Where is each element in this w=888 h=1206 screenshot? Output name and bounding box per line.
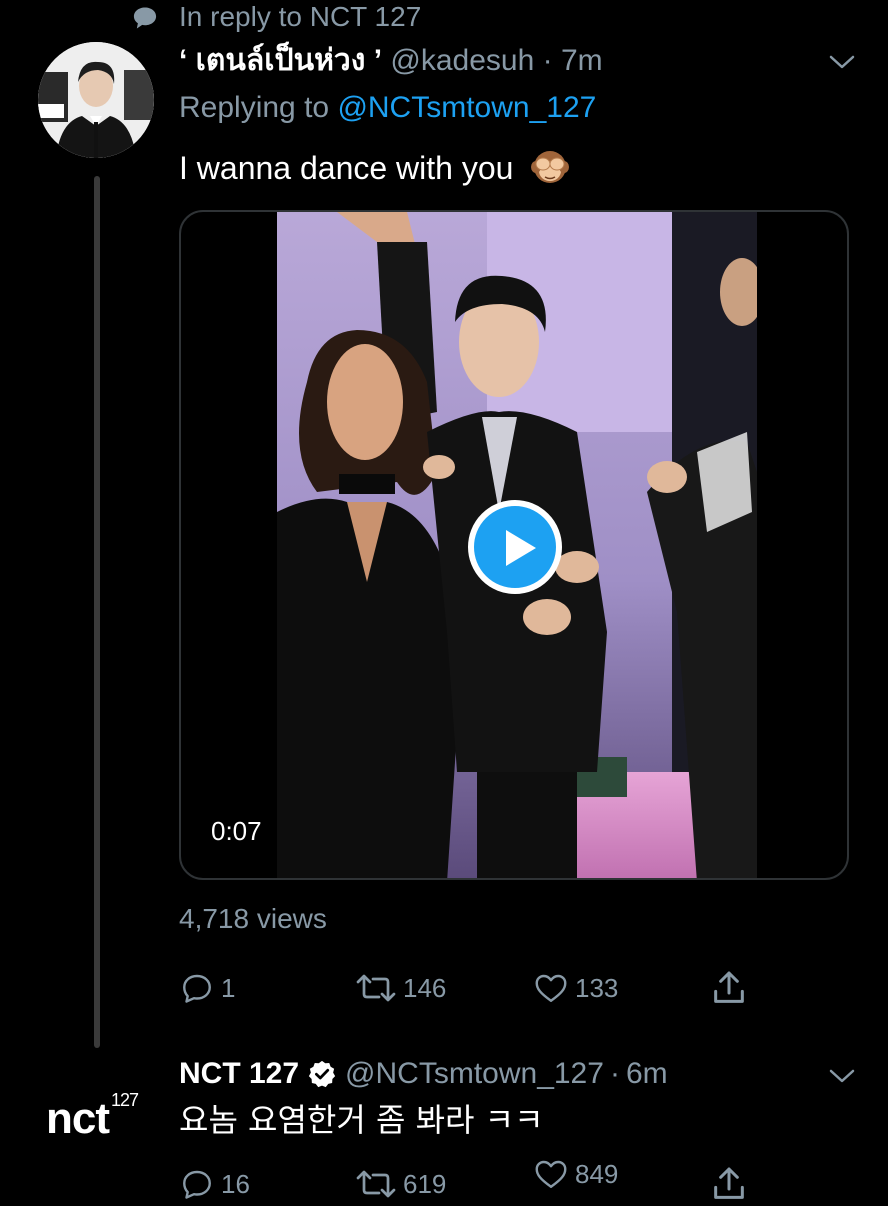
separator: · <box>609 1057 620 1090</box>
display-name[interactable]: NCT 127 <box>179 1054 299 1094</box>
share-icon <box>714 1167 744 1199</box>
tweet-actions: 1 146 133 <box>179 966 779 1010</box>
play-button[interactable] <box>468 500 562 594</box>
video-player[interactable]: 0:07 <box>179 210 849 880</box>
reply-count: 16 <box>221 1168 250 1199</box>
reply-context-text: In reply to NCT 127 <box>179 1 422 32</box>
chevron-down-icon[interactable] <box>828 52 856 72</box>
retweet-action[interactable]: 146 <box>355 966 446 1010</box>
timestamp[interactable]: 6m <box>626 1054 668 1094</box>
reply-icon <box>183 1170 211 1199</box>
reply-count: 1 <box>221 972 236 1003</box>
nct-logo-text: nct <box>46 1094 110 1143</box>
share-action[interactable] <box>709 966 755 1010</box>
view-count: 4,718 views <box>179 903 327 934</box>
play-icon <box>506 530 536 566</box>
chevron-down-icon[interactable] <box>828 1066 856 1086</box>
mention-link[interactable]: @NCTsmtown_127 <box>337 91 596 124</box>
avatar[interactable]: nct 127 <box>38 1062 154 1178</box>
tweet-text: I wanna dance with you <box>179 146 570 190</box>
nct-logo: nct 127 <box>46 1090 139 1144</box>
retweet-icon <box>356 1170 396 1198</box>
separator: · <box>542 44 553 77</box>
share-action[interactable] <box>709 1162 755 1206</box>
retweet-count: 146 <box>403 972 447 1003</box>
nct-logo-sup: 127 <box>111 1090 139 1110</box>
like-action[interactable]: 849 <box>533 1152 618 1196</box>
retweet-icon <box>356 974 396 1002</box>
retweet-count: 619 <box>403 1168 447 1199</box>
like-count: 133 <box>575 972 619 1003</box>
heart-icon <box>535 974 567 1002</box>
share-icon <box>714 971 744 1003</box>
reply-icon <box>183 974 211 1003</box>
handle[interactable]: @kadesuh <box>390 44 534 77</box>
video-duration: 0:07 <box>199 810 274 852</box>
tweet-header: NCT 127 @NCTsmtown_127 · 6m <box>179 1054 668 1094</box>
timestamp[interactable]: 7m <box>561 44 603 77</box>
handle[interactable]: @NCTsmtown_127 <box>345 1054 604 1094</box>
tweet-actions: 16 619 849 <box>179 1159 779 1206</box>
like-action[interactable]: 133 <box>533 966 618 1010</box>
display-name[interactable]: ‘ เตนล์เป็นห่วง ’ <box>179 44 382 77</box>
reply-action[interactable]: 1 <box>179 966 235 1010</box>
reply-action[interactable]: 16 <box>179 1162 250 1206</box>
replying-to-line: Replying to @NCTsmtown_127 <box>179 88 596 128</box>
thread-line <box>94 176 100 1048</box>
like-count: 849 <box>575 1158 619 1189</box>
retweet-action[interactable]: 619 <box>355 1162 446 1206</box>
replying-prefix: Replying to <box>179 91 330 124</box>
see-no-evil-monkey-icon <box>531 151 570 183</box>
avatar[interactable] <box>38 42 154 158</box>
verified-badge-icon <box>308 1060 336 1088</box>
speech-bubble-icon <box>133 7 157 29</box>
heart-icon <box>535 1160 567 1188</box>
tweet-body: I wanna dance with you <box>179 150 514 186</box>
tweet-body: 요놈 요염한거 좀 봐라 ㅋㅋ <box>179 1101 544 1139</box>
tweet-header: ‘ เตนล์เป็นห่วง ’ @kadesuh · 7m <box>179 42 603 80</box>
